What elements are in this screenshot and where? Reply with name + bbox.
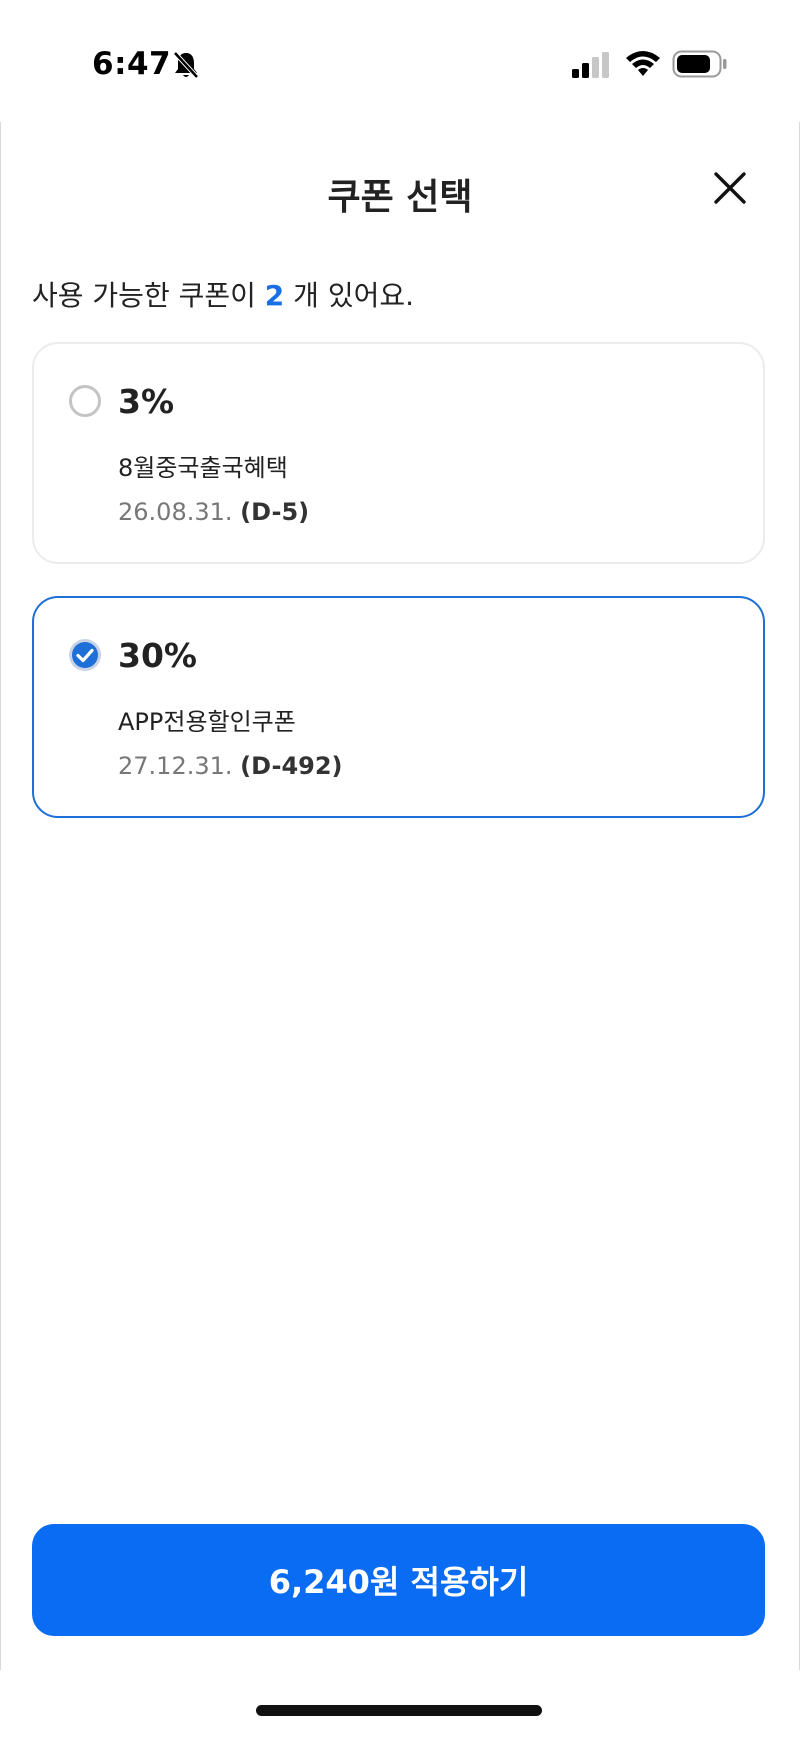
coupon-select-screen: 6:47 쿠폰 선택 사용 가능한 쿠폰이 2 개 있어요. 3% 8월중국출국… <box>0 0 800 1740</box>
page-title: 쿠폰 선택 <box>327 177 473 218</box>
close-icon <box>714 172 746 204</box>
coupon-card-30-percent[interactable]: 30% APP전용할인쿠폰 27.12.31. (D-492) <box>32 596 765 818</box>
radio-unchecked-icon[interactable] <box>68 384 102 418</box>
coupon-card-3-percent[interactable]: 3% 8월중국출국혜택 26.08.31. (D-5) <box>32 342 765 564</box>
available-prefix: 사용 가능한 쿠폰이 <box>32 279 265 312</box>
coupon-discount: 3% <box>118 382 175 421</box>
home-indicator[interactable] <box>256 1705 542 1716</box>
battery-icon <box>672 50 727 78</box>
coupon-expiry: 27.12.31. (D-492) <box>118 752 343 780</box>
coupon-expiry: 26.08.31. (D-5) <box>118 498 309 526</box>
close-button[interactable] <box>706 164 754 212</box>
coupon-expiry-date: 26.08.31. <box>118 498 241 526</box>
sheet-edge <box>0 122 1 1670</box>
coupon-name: APP전용할인쿠폰 <box>118 708 296 736</box>
coupon-dday: (D-492) <box>240 752 343 780</box>
bell-slash-icon <box>173 51 199 79</box>
coupon-expiry-date: 27.12.31. <box>118 752 241 780</box>
available-coupons-text: 사용 가능한 쿠폰이 2 개 있어요. <box>32 274 414 314</box>
status-time: 6:47 <box>92 46 172 82</box>
available-count: 2 <box>264 279 285 312</box>
radio-checked-icon[interactable] <box>68 638 102 672</box>
coupon-discount: 30% <box>118 636 197 675</box>
coupon-dday: (D-5) <box>240 498 310 526</box>
apply-coupon-button[interactable]: 6,240원 적용하기 <box>32 1524 765 1636</box>
available-suffix: 개 있어요. <box>284 279 415 312</box>
wifi-icon <box>626 51 660 76</box>
coupon-name: 8월중국출국혜택 <box>118 454 288 482</box>
sheet-header: 쿠폰 선택 <box>0 150 800 230</box>
cellular-signal-icon <box>572 52 609 78</box>
status-bar: 6:47 <box>0 0 800 120</box>
